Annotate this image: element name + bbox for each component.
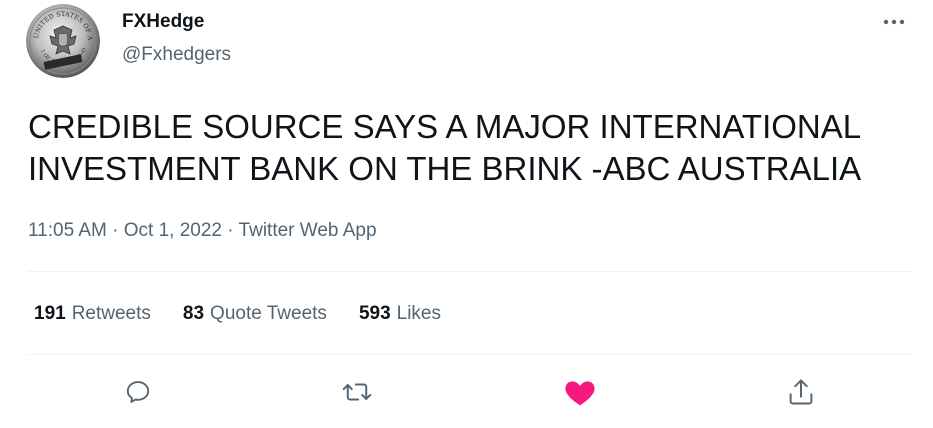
divider (28, 354, 912, 355)
quote-tweets-label: Quote Tweets (210, 303, 327, 324)
share-icon (789, 379, 813, 405)
tweet-time-link[interactable]: 11:05 AM (28, 220, 107, 241)
retweet-button[interactable] (341, 376, 373, 408)
retweets-count: 191 (34, 303, 66, 324)
silver-eagle-coin-icon: UNITED STATES OF AMERICA 1 OZ. FINE SILV… (26, 4, 100, 78)
tweet-metadata: 11:05 AM · Oct 1, 2022 · Twitter Web App (28, 219, 377, 243)
likes-stat[interactable]: 593 Likes (359, 302, 441, 326)
reply-button[interactable] (122, 376, 154, 408)
tweet-text: CREDIBLE SOURCE SAYS A MAJOR INTERNATION… (28, 108, 862, 187)
engagement-stats: 191 Retweets 83 Quote Tweets 593 Likes (34, 302, 473, 326)
tweet-source-link[interactable]: Twitter Web App (239, 220, 377, 241)
reply-icon (126, 381, 150, 403)
likes-label: Likes (396, 303, 441, 324)
tweet-date-link[interactable]: Oct 1, 2022 (124, 220, 222, 241)
quote-tweets-stat[interactable]: 83 Quote Tweets (183, 302, 327, 326)
avatar[interactable]: UNITED STATES OF AMERICA 1 OZ. FINE SILV… (26, 4, 100, 78)
user-handle[interactable]: @Fxhedgers (122, 43, 231, 67)
meta-separator: · (112, 220, 119, 241)
share-button[interactable] (785, 376, 817, 408)
retweets-label: Retweets (71, 303, 151, 324)
heart-filled-icon (565, 381, 595, 406)
like-button[interactable] (564, 376, 596, 408)
quote-tweets-count: 83 (182, 303, 205, 324)
meta-separator: · (227, 220, 234, 241)
retweet-icon (342, 383, 372, 401)
display-name[interactable]: FXHedge (122, 10, 204, 34)
more-horizontal-icon (883, 19, 905, 25)
retweets-stat[interactable]: 191 Retweets (34, 302, 151, 326)
divider (28, 271, 912, 272)
more-options-button[interactable] (876, 10, 912, 34)
likes-count: 593 (358, 303, 391, 324)
